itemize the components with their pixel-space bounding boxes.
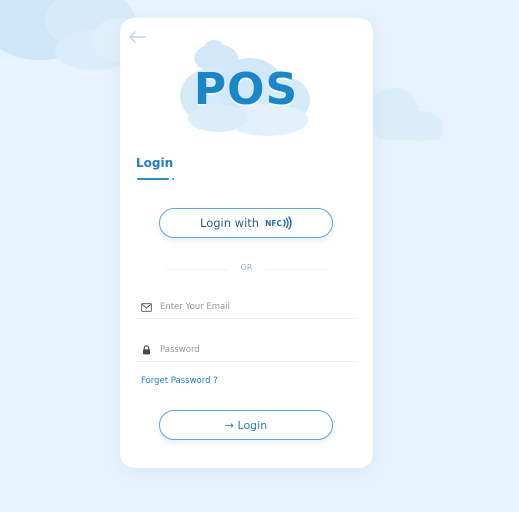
heading-underline [137, 178, 169, 180]
nfc-icon: NFC [265, 216, 292, 230]
password-input[interactable] [160, 345, 355, 355]
nfc-button-label: Login with [200, 216, 260, 230]
login-with-nfc-button[interactable]: Login with NFC [159, 208, 333, 238]
pos-logo: POS [178, 38, 314, 138]
email-field [138, 296, 355, 319]
background-cloud-right [367, 88, 444, 141]
forgot-password-link[interactable]: Forget Password ? [141, 376, 218, 386]
lock-icon [140, 344, 152, 356]
nfc-badge-text: NFC [265, 218, 282, 228]
login-heading: Login [136, 156, 174, 170]
or-separator: OR [240, 263, 253, 272]
divider-right [266, 269, 328, 270]
password-field [138, 339, 355, 362]
login-button-label: → Login [224, 418, 268, 432]
back-arrow-icon[interactable] [128, 30, 146, 44]
email-input[interactable] [160, 302, 355, 312]
envelope-icon [140, 301, 152, 313]
nfc-waves-icon [283, 216, 292, 230]
login-card: POS Login Login with NFC OR Enter Your E… [120, 18, 373, 468]
login-button[interactable]: → Login [159, 410, 333, 440]
heading-underline-dot [172, 178, 174, 180]
logo-text: POS [193, 64, 299, 115]
